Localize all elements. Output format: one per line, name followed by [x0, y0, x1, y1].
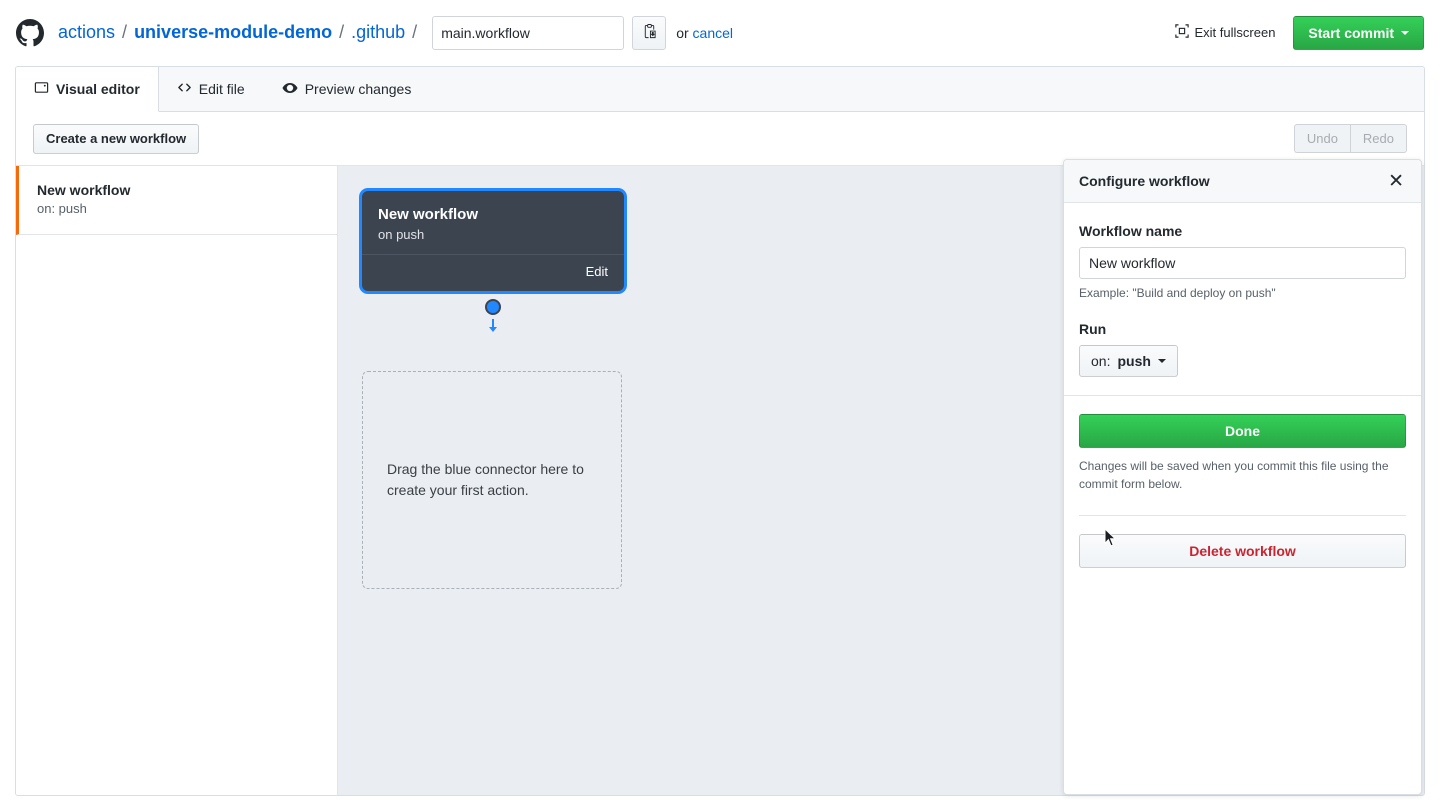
chevron-down-icon — [1158, 359, 1166, 363]
header-actions: Exit fullscreen Start commit — [1175, 16, 1425, 50]
workflow-sidebar: New workflow on: push — [16, 166, 338, 795]
tab-visual-editor-label: Visual editor — [56, 81, 140, 97]
github-mark-icon — [16, 19, 44, 47]
run-value-label: push — [1117, 353, 1150, 369]
start-commit-label: Start commit — [1308, 25, 1394, 41]
top-header-bar: actions / universe-module-demo / .github… — [0, 0, 1440, 65]
or-label: or — [676, 25, 688, 41]
tab-edit-file-label: Edit file — [199, 81, 245, 97]
sidebar-item-subtitle: on: push — [37, 201, 319, 216]
breadcrumb: actions / universe-module-demo / .github… — [58, 22, 424, 43]
breadcrumb-folder[interactable]: .github — [351, 22, 405, 43]
exit-fullscreen-icon — [1175, 24, 1189, 41]
breadcrumb-separator-3: / — [412, 22, 417, 43]
workflow-node-title: New workflow — [378, 205, 608, 225]
connector-dot-icon[interactable] — [485, 299, 501, 315]
eye-icon — [282, 80, 298, 99]
arrow-down-icon — [487, 319, 499, 336]
panel-divider — [1079, 515, 1406, 516]
run-prefix-label: on: — [1091, 353, 1110, 369]
workflow-node-edit-button[interactable]: Edit — [586, 264, 608, 279]
exit-fullscreen-label: Exit fullscreen — [1195, 25, 1276, 40]
done-note: Changes will be saved when you commit th… — [1079, 457, 1406, 493]
clipboard-paste-icon — [642, 24, 657, 42]
breadcrumb-owner[interactable]: actions — [58, 22, 115, 43]
run-label: Run — [1079, 321, 1406, 337]
tab-preview-changes-label: Preview changes — [305, 81, 412, 97]
workflow-node-footer: Edit — [362, 255, 624, 291]
workflow-node-subtitle: on push — [378, 227, 608, 242]
clipboard-paste-button[interactable] — [632, 16, 666, 50]
cancel-area: or cancel — [676, 25, 733, 41]
breadcrumb-repo[interactable]: universe-module-demo — [134, 22, 332, 43]
action-dropzone-label: Drag the blue connector here to create y… — [387, 459, 597, 501]
tab-visual-editor[interactable]: Visual editor — [16, 67, 159, 112]
workflow-node-card[interactable]: New workflow on push Edit — [362, 191, 624, 291]
breadcrumb-separator-2: / — [339, 22, 344, 43]
done-button[interactable]: Done — [1079, 414, 1406, 448]
undo-button[interactable]: Undo — [1294, 124, 1350, 153]
workflow-node-header: New workflow on push — [362, 191, 624, 255]
workflow-name-label: Workflow name — [1079, 223, 1406, 239]
configure-workflow-panel: Configure workflow ✕ Workflow name Examp… — [1063, 159, 1422, 795]
action-dropzone[interactable]: Drag the blue connector here to create y… — [362, 371, 622, 589]
exit-fullscreen-button[interactable]: Exit fullscreen — [1175, 24, 1276, 41]
workflow-node[interactable]: New workflow on push Edit — [362, 191, 624, 291]
tab-preview-changes[interactable]: Preview changes — [264, 67, 431, 111]
browser-icon — [34, 80, 49, 98]
cancel-link[interactable]: cancel — [693, 25, 733, 41]
redo-button[interactable]: Redo — [1350, 124, 1407, 153]
panel-title: Configure workflow — [1079, 173, 1210, 189]
tab-edit-file[interactable]: Edit file — [159, 67, 264, 111]
start-commit-button[interactable]: Start commit — [1293, 16, 1424, 50]
panel-form-section: Workflow name Example: "Build and deploy… — [1064, 203, 1421, 396]
workflow-name-hint: Example: "Build and deploy on push" — [1079, 286, 1406, 300]
delete-workflow-button[interactable]: Delete workflow — [1079, 534, 1406, 568]
workflow-name-input[interactable] — [1079, 247, 1406, 279]
sidebar-item-new-workflow[interactable]: New workflow on: push — [16, 166, 337, 235]
code-icon — [177, 80, 192, 98]
panel-header: Configure workflow ✕ — [1064, 160, 1421, 203]
editor-toolbar: Create a new workflow Undo Redo — [16, 112, 1424, 165]
filename-input[interactable] — [432, 16, 624, 50]
run-event-select[interactable]: on: push — [1079, 345, 1178, 377]
editor-tabs: Visual editor Edit file Preview changes — [16, 67, 1424, 112]
create-new-workflow-button[interactable]: Create a new workflow — [33, 124, 199, 154]
undo-redo-group: Undo Redo — [1294, 124, 1407, 153]
panel-actions-section: Done Changes will be saved when you comm… — [1064, 396, 1421, 568]
breadcrumb-separator-1: / — [122, 22, 127, 43]
close-icon[interactable]: ✕ — [1386, 170, 1406, 193]
chevron-down-icon — [1401, 31, 1409, 35]
sidebar-item-title: New workflow — [37, 182, 319, 198]
